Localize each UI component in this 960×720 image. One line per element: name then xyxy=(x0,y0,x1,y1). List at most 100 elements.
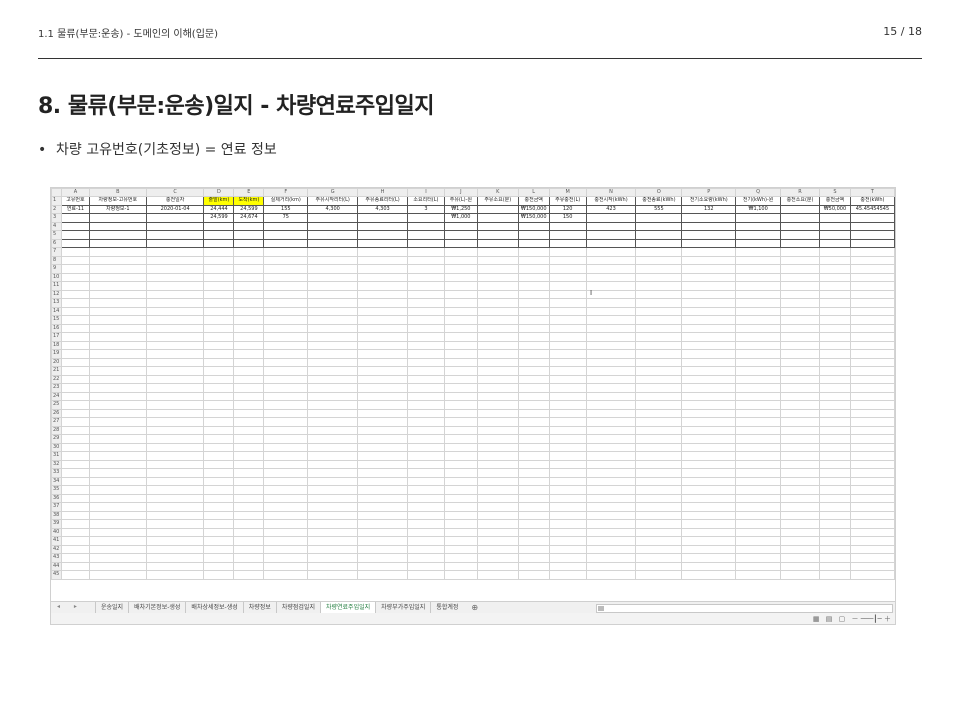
table-cell[interactable] xyxy=(443,485,478,495)
table-cell[interactable] xyxy=(780,366,820,376)
table-cell[interactable] xyxy=(263,238,309,248)
table-cell[interactable] xyxy=(145,561,205,571)
table-cell[interactable] xyxy=(145,442,205,452)
table-cell[interactable] xyxy=(818,289,851,299)
table-cell[interactable] xyxy=(735,493,782,503)
table-cell[interactable] xyxy=(849,247,895,257)
table-cell[interactable] xyxy=(357,485,408,495)
table-cell[interactable] xyxy=(443,510,478,520)
table-cell[interactable] xyxy=(476,493,519,503)
row-header[interactable]: 24 xyxy=(51,391,62,401)
table-cell[interactable] xyxy=(849,340,895,350)
table-cell[interactable] xyxy=(263,417,309,427)
table-cell[interactable] xyxy=(88,306,147,316)
table-cell[interactable] xyxy=(307,315,359,325)
table-cell[interactable] xyxy=(818,417,851,427)
table-cell[interactable] xyxy=(357,357,408,367)
table-cell[interactable] xyxy=(88,536,147,546)
table-cell[interactable] xyxy=(517,510,550,520)
row-header[interactable]: 28 xyxy=(51,425,62,435)
table-cell[interactable] xyxy=(145,459,205,469)
table-cell[interactable] xyxy=(357,289,408,299)
row-header[interactable]: 31 xyxy=(51,451,62,461)
table-cell[interactable] xyxy=(443,374,478,384)
table-cell[interactable] xyxy=(735,332,782,342)
table-cell[interactable] xyxy=(517,476,550,486)
table-cell[interactable] xyxy=(735,527,782,537)
table-cell[interactable] xyxy=(548,502,587,512)
table-cell[interactable] xyxy=(476,213,519,223)
table-cell[interactable] xyxy=(735,553,782,563)
table-cell[interactable] xyxy=(818,400,851,410)
table-cell[interactable] xyxy=(585,519,637,529)
table-cell[interactable] xyxy=(60,383,90,393)
table-cell[interactable] xyxy=(443,425,478,435)
table-cell[interactable] xyxy=(585,255,637,265)
table-cell[interactable] xyxy=(849,374,895,384)
column-header[interactable]: D xyxy=(203,188,235,197)
table-cell[interactable] xyxy=(849,221,895,231)
table-cell[interactable] xyxy=(476,553,519,563)
table-cell[interactable] xyxy=(443,221,478,231)
table-cell[interactable] xyxy=(357,383,408,393)
table-cell[interactable] xyxy=(443,476,478,486)
table-cell[interactable] xyxy=(60,264,90,274)
table-cell[interactable] xyxy=(203,493,235,503)
table-cell[interactable] xyxy=(517,306,550,316)
table-cell[interactable] xyxy=(818,298,851,308)
column-header[interactable]: L xyxy=(517,188,550,197)
table-cell[interactable] xyxy=(780,451,820,461)
table-cell[interactable] xyxy=(517,255,550,265)
table-cell[interactable] xyxy=(476,510,519,520)
table-cell[interactable] xyxy=(681,374,737,384)
table-cell[interactable] xyxy=(88,493,147,503)
table-cell[interactable] xyxy=(307,349,359,359)
table-cell[interactable] xyxy=(263,323,309,333)
table-cell[interactable] xyxy=(443,417,478,427)
table-cell[interactable] xyxy=(407,519,445,529)
table-cell[interactable] xyxy=(307,570,359,580)
row-header[interactable]: 27 xyxy=(51,417,62,427)
table-cell[interactable] xyxy=(818,519,851,529)
table-cell[interactable]: 충전소요(분) xyxy=(780,196,820,206)
table-cell[interactable] xyxy=(88,451,147,461)
table-cell[interactable] xyxy=(443,323,478,333)
table-cell[interactable] xyxy=(88,315,147,325)
row-header[interactable]: 45 xyxy=(51,570,62,580)
table-cell[interactable] xyxy=(407,570,445,580)
table-cell[interactable] xyxy=(635,255,683,265)
table-cell[interactable] xyxy=(780,213,820,223)
table-cell[interactable] xyxy=(203,451,235,461)
table-cell[interactable] xyxy=(357,306,408,316)
table-cell[interactable] xyxy=(60,391,90,401)
table-cell[interactable]: 전기(kWh)-원 xyxy=(735,196,782,206)
table-cell[interactable] xyxy=(517,289,550,299)
table-cell[interactable] xyxy=(307,502,359,512)
table-cell[interactable] xyxy=(203,272,235,282)
table-cell[interactable] xyxy=(443,366,478,376)
column-header[interactable]: Q xyxy=(735,188,782,197)
table-cell[interactable] xyxy=(357,374,408,384)
table-cell[interactable] xyxy=(681,493,737,503)
table-cell[interactable] xyxy=(635,247,683,257)
table-cell[interactable] xyxy=(307,485,359,495)
table-cell[interactable] xyxy=(735,408,782,418)
row-header[interactable]: 16 xyxy=(51,323,62,333)
table-cell[interactable] xyxy=(681,247,737,257)
table-cell[interactable] xyxy=(407,459,445,469)
table-cell[interactable] xyxy=(635,213,683,223)
table-cell[interactable] xyxy=(443,306,478,316)
table-cell[interactable] xyxy=(849,255,895,265)
table-cell[interactable] xyxy=(263,374,309,384)
table-cell[interactable] xyxy=(60,400,90,410)
table-cell[interactable] xyxy=(517,561,550,571)
table-cell[interactable] xyxy=(476,442,519,452)
table-cell[interactable] xyxy=(780,221,820,231)
table-cell[interactable] xyxy=(145,264,205,274)
table-cell[interactable] xyxy=(88,289,147,299)
table-cell[interactable] xyxy=(145,306,205,316)
table-cell[interactable] xyxy=(88,459,147,469)
table-cell[interactable] xyxy=(780,264,820,274)
table-cell[interactable] xyxy=(635,264,683,274)
table-cell[interactable] xyxy=(407,468,445,478)
